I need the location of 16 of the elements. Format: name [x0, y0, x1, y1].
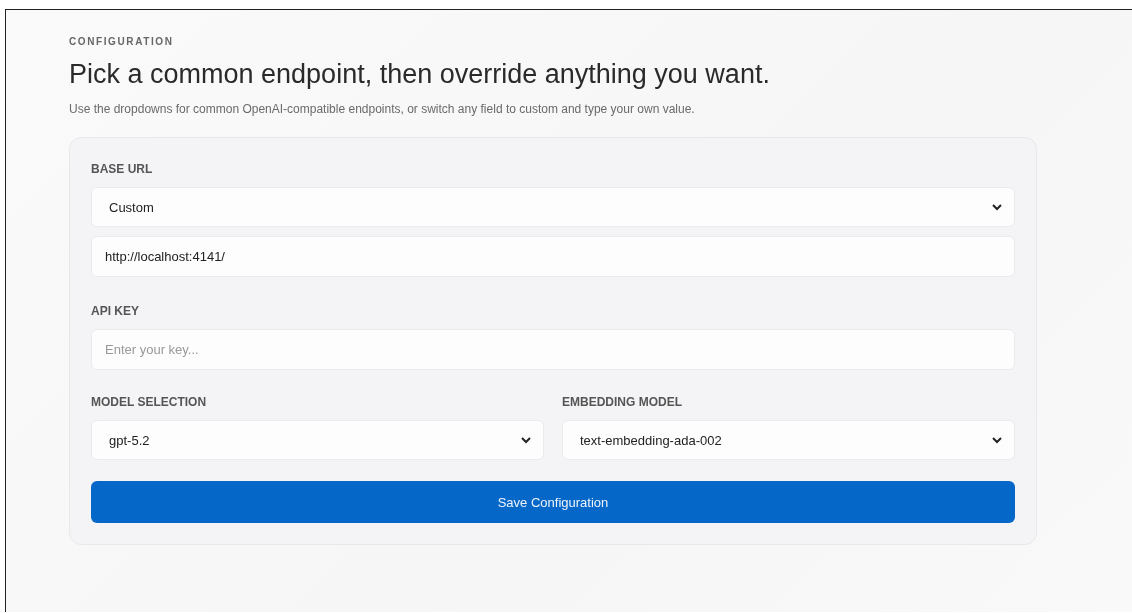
field-label: MODEL SELECTION — [91, 395, 208, 409]
embedding-model-dropdown[interactable]: text-embedding-ada-002 — [562, 420, 1015, 460]
base-url-field[interactable]: http://localhost:4141/ — [91, 236, 1015, 277]
chevron-down-icon — [992, 436, 1002, 444]
section-eyebrow: CONFIGURATION — [69, 36, 175, 47]
model-dropdown[interactable]: gpt-5.2 — [91, 420, 544, 460]
chevron-down-icon — [992, 203, 1002, 211]
page-description: Use the dropdowns for common OpenAI-compatible endpoints, or switch any field to custom and type your own value. — [69, 102, 696, 116]
field-label: EMBEDDING MODEL — [562, 395, 683, 409]
chevron-down-icon — [521, 436, 531, 444]
api-key-field[interactable]: Enter your key... — [91, 329, 1015, 370]
page-heading: Pick a common endpoint, then override anything you want. — [69, 59, 771, 90]
field-label: BASE URL — [91, 162, 154, 176]
save-button[interactable]: Save Configuration — [91, 481, 1015, 523]
field-label: API KEY — [91, 304, 140, 318]
base-url-dropdown[interactable]: Custom — [91, 187, 1015, 227]
